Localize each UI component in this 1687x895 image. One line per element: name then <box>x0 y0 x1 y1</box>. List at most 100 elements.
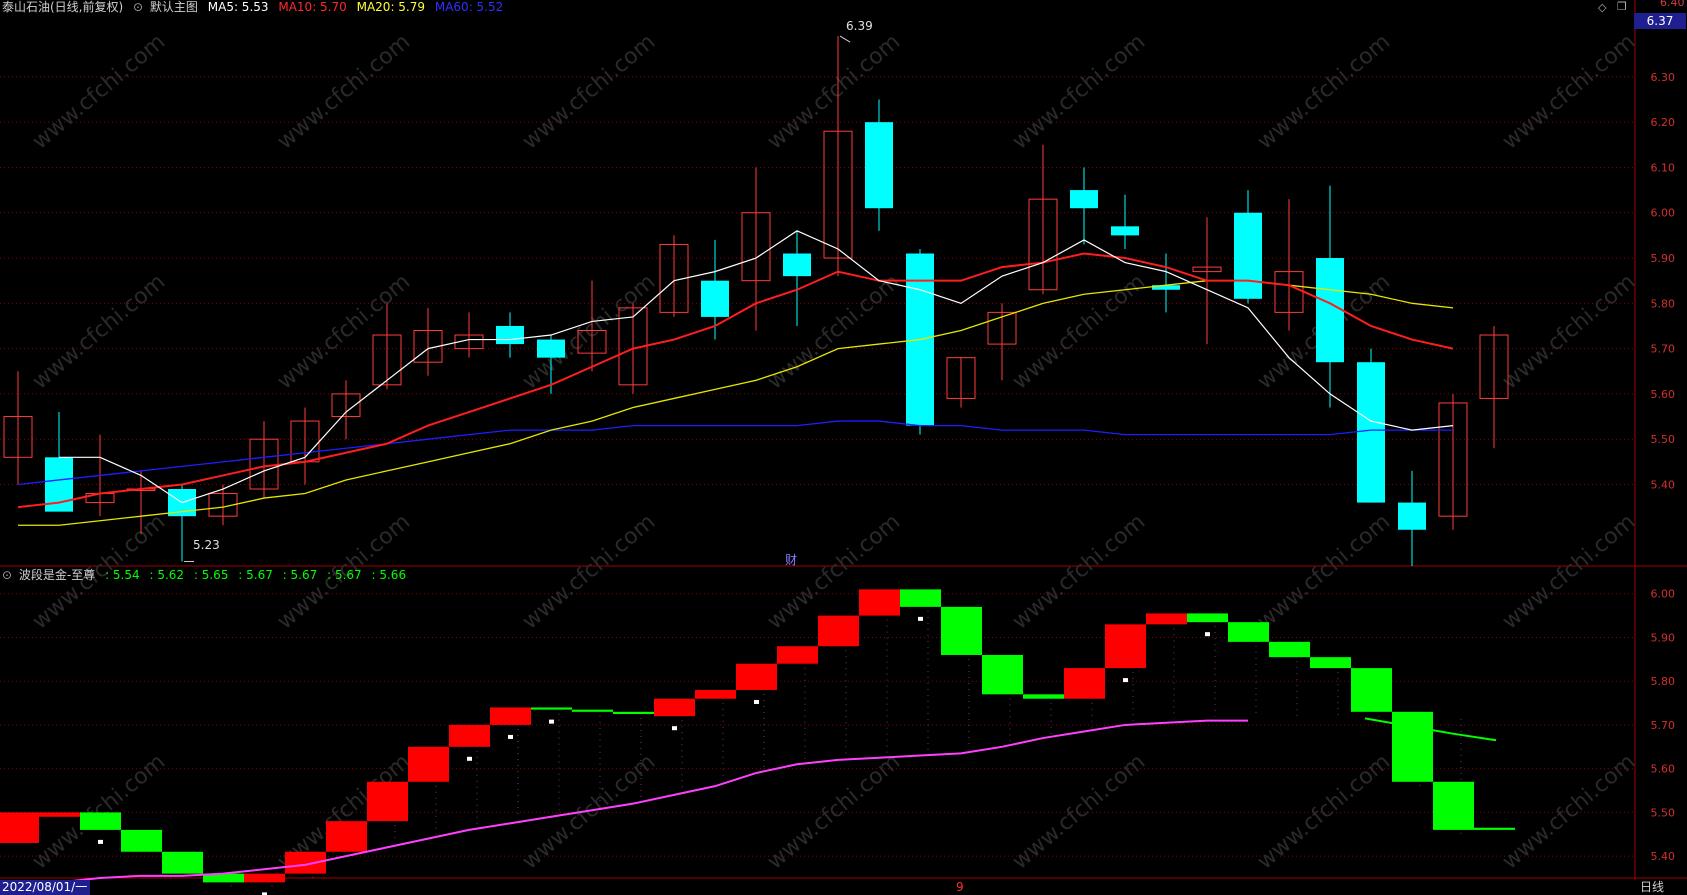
indicator-tick-label: 5.80 <box>1651 675 1676 688</box>
step-brick <box>326 821 367 852</box>
stock-title[interactable]: 泰山石油(日线,前复权) <box>2 0 123 14</box>
indicator-value: : 5.65 <box>193 568 229 582</box>
ma10-legend: MA10: 5.70 <box>278 0 347 14</box>
indicator-tick-label: 5.50 <box>1651 806 1676 819</box>
watermark: www.cfchi.com <box>518 29 660 154</box>
price-tick-label: 6.00 <box>1651 207 1676 220</box>
step-brick <box>1474 827 1515 830</box>
indicator-header: ⊙ 波段是金-至尊 : 5.54 : 5.62 : 5.65 : 5.67 : … <box>2 568 412 583</box>
price-tick-label: 5.70 <box>1651 343 1676 356</box>
watermark: www.cfchi.com <box>1253 509 1395 634</box>
finance-event-marker[interactable]: 财 <box>785 551 797 568</box>
step-brick <box>531 707 572 710</box>
indicator-value: : 5.66 <box>371 568 407 582</box>
step-brick <box>736 663 777 690</box>
indicator-value: : 5.67 <box>282 568 318 582</box>
step-brick <box>1105 624 1146 669</box>
indicator-icon[interactable]: ⊙ <box>2 568 12 582</box>
ma20-legend: MA20: 5.79 <box>356 0 426 14</box>
step-brick <box>1228 622 1269 642</box>
indicator-value: : 5.54 <box>105 568 140 582</box>
indicator-title[interactable]: 波段是金-至尊 <box>19 568 95 582</box>
step-brick <box>0 812 39 844</box>
signal-dot <box>1205 632 1210 637</box>
high-price-pointer <box>839 35 851 43</box>
watermark: www.cfchi.com <box>28 269 170 394</box>
watermark: www.cfchi.com <box>1253 29 1395 154</box>
signal-dot <box>549 719 554 724</box>
watermark: www.cfchi.com <box>1008 29 1150 154</box>
step-brick <box>490 707 531 725</box>
step-brick <box>1433 781 1474 830</box>
diamond-icon[interactable]: ◇ <box>1598 1 1606 14</box>
step-brick <box>1392 711 1433 782</box>
candle-body <box>1111 226 1139 236</box>
step-brick <box>859 589 900 616</box>
step-brick <box>162 851 203 874</box>
watermark: www.cfchi.com <box>1498 509 1640 634</box>
candle-body <box>1070 190 1098 209</box>
chart-canvas[interactable]: 6.30 6.20 6.10 6.00 5.90 5.80 5.70 5.60 5.50 5.40… <box>0 0 1687 895</box>
step-brick <box>900 589 941 607</box>
watermark: www.cfchi.com <box>1498 269 1640 394</box>
candle-body <box>1234 212 1262 299</box>
step-brick <box>449 724 490 747</box>
signal-dot <box>508 734 513 739</box>
current-price-box: 6.37 <box>1634 13 1686 29</box>
indicator-value: : 5.67 <box>327 568 362 582</box>
signal-dot <box>754 699 759 704</box>
signal-dot <box>672 726 677 731</box>
step-brick <box>613 711 654 715</box>
indicator-tick-label: 5.90 <box>1651 631 1676 644</box>
candle-body <box>701 280 729 317</box>
signal-dot <box>918 616 923 621</box>
watermark: www.cfchi.com <box>273 269 415 394</box>
period-label[interactable]: 日线 <box>1640 880 1664 895</box>
indicator-tick-label: 5.60 <box>1651 763 1676 776</box>
month-marker: 9 <box>956 880 964 894</box>
step-brick <box>244 873 285 883</box>
signal-dot <box>98 839 103 844</box>
step-brick <box>1064 668 1105 699</box>
window-restore-icon[interactable]: ❐ <box>1617 0 1627 13</box>
step-brick <box>1187 613 1228 623</box>
template-icon[interactable]: ⊙ <box>133 0 143 14</box>
template-label[interactable]: 默认主图 <box>150 0 198 14</box>
signal-dot <box>1123 678 1128 683</box>
watermark: www.cfchi.com <box>1498 29 1640 154</box>
candle-body <box>1398 502 1426 530</box>
ma5-legend: MA5: 5.53 <box>207 0 269 14</box>
candle-body <box>865 122 893 209</box>
price-tick-label: 5.60 <box>1651 388 1676 401</box>
step-brick <box>941 606 982 655</box>
step-brick <box>695 689 736 699</box>
start-date-label: 2022/08/01/一 <box>0 880 90 895</box>
price-tick-label: 5.50 <box>1651 433 1676 446</box>
step-brick <box>572 709 613 712</box>
indicator-value: : 5.62 <box>149 568 185 582</box>
step-brick <box>39 812 80 817</box>
watermark: www.cfchi.com <box>1253 749 1395 874</box>
step-brick <box>818 615 859 647</box>
watermark: www.cfchi.com <box>518 509 660 634</box>
step-brick <box>80 812 121 830</box>
step-brick <box>1023 694 1064 699</box>
ma60-legend: MA60: 5.52 <box>434 0 504 14</box>
step-brick <box>367 781 408 822</box>
watermark: www.cfchi.com <box>1008 509 1150 634</box>
price-tick-label: 5.80 <box>1651 297 1676 310</box>
watermark: www.cfchi.com <box>273 29 415 154</box>
price-tick-label: 5.40 <box>1651 478 1676 491</box>
candle-body <box>1357 362 1385 503</box>
ma60-line <box>17 420 1453 486</box>
indicator-tick-label: 5.40 <box>1651 850 1676 863</box>
watermark: www.cfchi.com <box>518 269 660 394</box>
signal-dot <box>467 756 472 761</box>
step-brick <box>408 746 449 782</box>
step-brick <box>982 654 1023 695</box>
step-brick <box>1269 641 1310 658</box>
high-price-annotation: 6.39 <box>846 19 873 33</box>
price-tick-label: 6.30 <box>1651 71 1676 84</box>
candle-body <box>1316 258 1344 363</box>
step-brick <box>777 646 818 664</box>
